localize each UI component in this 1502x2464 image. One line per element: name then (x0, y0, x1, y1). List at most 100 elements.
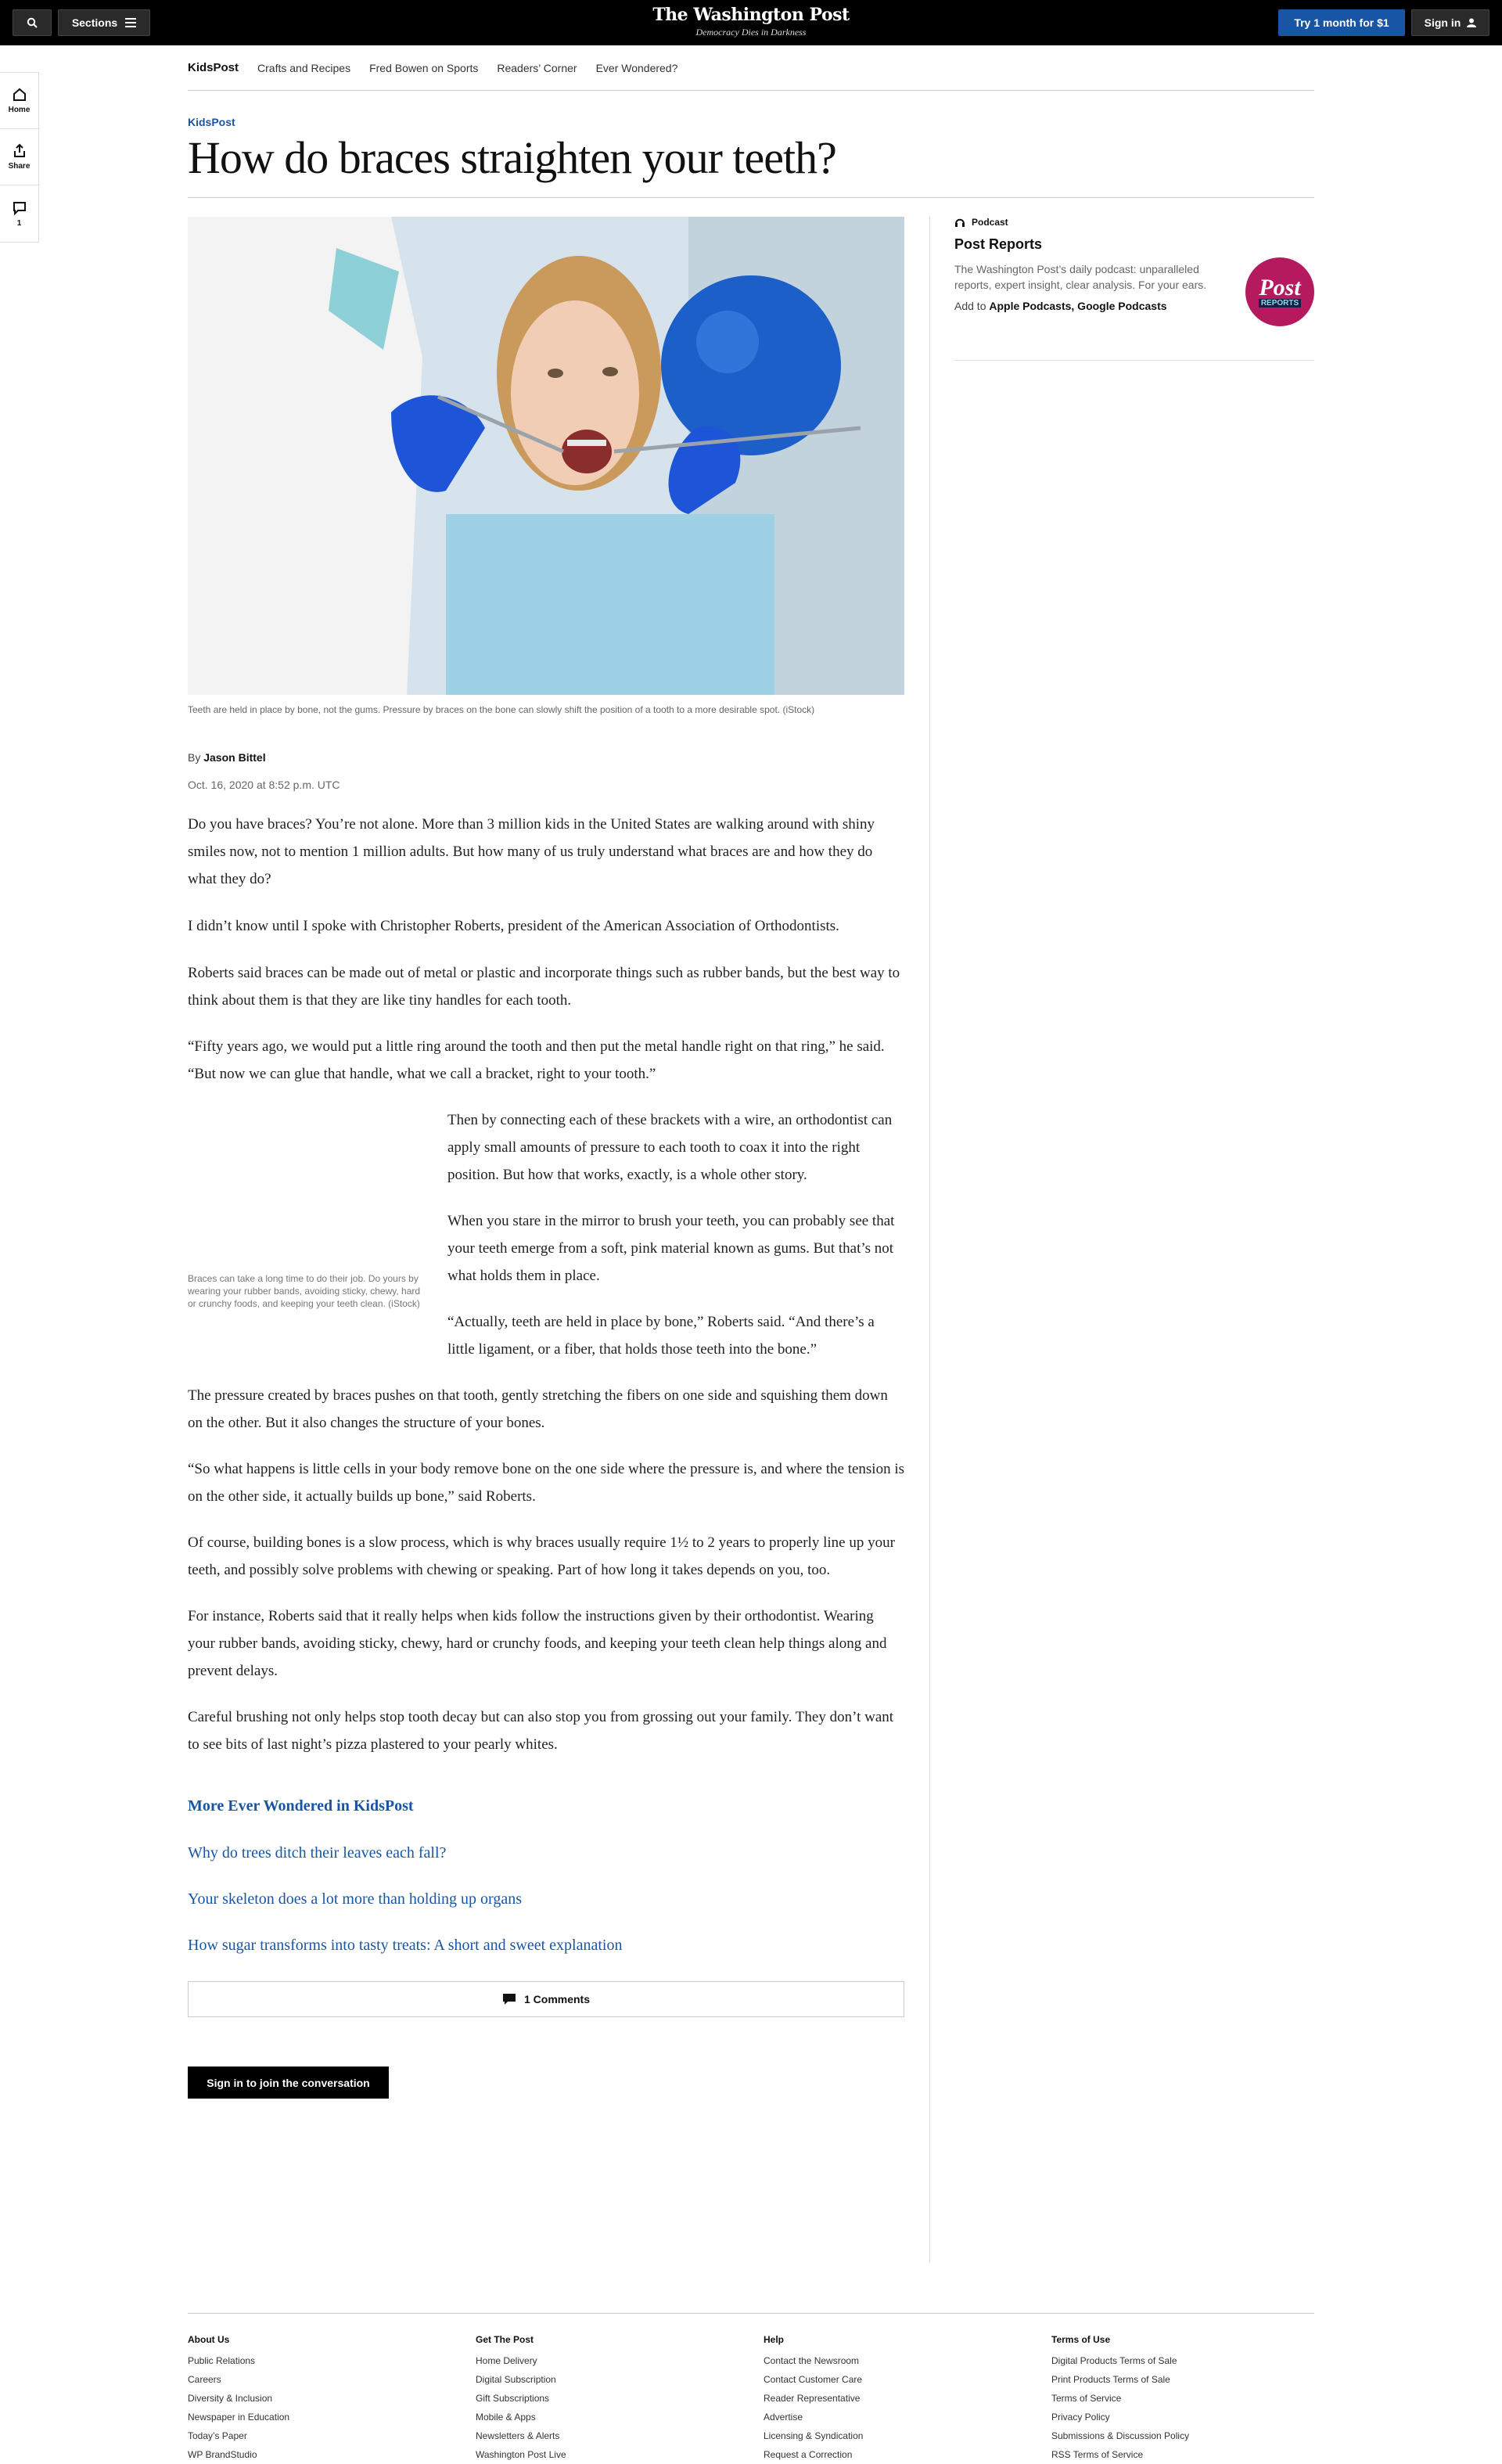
footer-link[interactable]: Public Relations (188, 2351, 446, 2370)
site-logo[interactable]: The Washington Post Democracy Dies in Da… (595, 5, 907, 38)
footer-link[interactable]: Licensing & Syndication (764, 2426, 1022, 2445)
article-paragraph: Of course, building bones is a slow proc… (188, 1534, 895, 1578)
article-paragraph: Then by connecting each of these bracket… (447, 1112, 893, 1183)
share-icon (13, 143, 25, 157)
article-paragraph: “Actually, teeth are held in place by bo… (447, 1314, 875, 1358)
try-subscription-button[interactable]: Try 1 month for $1 (1278, 9, 1405, 36)
footer-heading: Terms of Use (1051, 2334, 1111, 2345)
rail-share-button[interactable]: Share (0, 129, 38, 185)
footer-heading: Help (764, 2334, 785, 2345)
right-rail-divider (929, 217, 930, 2263)
footer-link[interactable]: Contact the Newsroom (764, 2351, 1022, 2370)
subnav-kidspost[interactable]: KidsPost (188, 61, 239, 74)
footer-link[interactable]: Reader Representative (764, 2389, 1022, 2408)
byline-prefix: By (188, 751, 201, 764)
footer-link[interactable]: Privacy Policy (1051, 2408, 1310, 2426)
podcast-description: The Washington Post’s daily podcast: unp… (954, 263, 1207, 291)
sections-button[interactable]: Sections (58, 9, 150, 36)
footer-column-about: About Us Public Relations Careers Divers… (188, 2334, 446, 2464)
podcast-logo-word: Post (1259, 274, 1301, 300)
podcast-divider (954, 360, 1314, 361)
left-rail: Home Share 1 (0, 72, 39, 243)
podcast-platform-links[interactable]: Apple Podcasts, Google Podcasts (989, 300, 1166, 312)
headline-divider (188, 197, 1314, 198)
section-subnav: KidsPost Crafts and Recipes Fred Bowen o… (188, 45, 1314, 91)
headphones-icon (955, 218, 965, 227)
byline: By Jason Bittel (188, 751, 266, 764)
rail-home-label: Home (8, 106, 31, 114)
footer-link[interactable]: Newsletters & Alerts (476, 2426, 734, 2445)
footer-link[interactable]: Advertise (764, 2408, 1022, 2426)
footer-link[interactable]: Careers (188, 2370, 446, 2389)
top-bar: Sections The Washington Post Democracy D… (0, 0, 1502, 45)
footer-heading: Get The Post (476, 2334, 534, 2345)
footer-link[interactable]: Diversity & Inclusion (188, 2389, 446, 2408)
footer-link[interactable]: Digital Subscription (476, 2370, 734, 2389)
footer-link[interactable]: Digital Products Terms of Sale (1051, 2351, 1310, 2370)
footer-link[interactable]: Home Delivery (476, 2351, 734, 2370)
footer-link[interactable]: Newspaper in Education (188, 2408, 446, 2426)
user-icon (1467, 18, 1477, 27)
hero-image (188, 217, 904, 695)
author-link[interactable]: Jason Bittel (203, 751, 265, 764)
footer-link[interactable]: Print Products Terms of Sale (1051, 2370, 1310, 2389)
footer-link[interactable]: Terms of Service (1051, 2389, 1310, 2408)
more-story-link[interactable]: Why do trees ditch their leaves each fal… (188, 1844, 446, 1862)
podcast-label-text: Podcast (972, 217, 1008, 228)
subnav-ever-wondered[interactable]: Ever Wondered? (596, 62, 678, 74)
article-kicker[interactable]: KidsPost (188, 116, 235, 128)
comment-icon (13, 201, 26, 215)
more-story-link[interactable]: How sugar transforms into tasty treats: … (188, 1937, 622, 1955)
footer-link[interactable]: WP BrandStudio (188, 2445, 446, 2464)
article-paragraph: Do you have braces? You’re not alone. Mo… (188, 816, 875, 887)
podcast-add-prefix: Add to (954, 300, 986, 312)
subnav-readers-corner[interactable]: Readers’ Corner (497, 62, 577, 74)
article-headline: How do braces straighten your teeth? (188, 132, 837, 183)
rail-comments-count: 1 (16, 218, 22, 228)
article-paragraph: When you stare in the mirror to brush yo… (447, 1213, 895, 1284)
sign-in-button[interactable]: Sign in (1411, 9, 1489, 36)
podcast-title[interactable]: Post Reports (954, 236, 1042, 253)
footer-link[interactable]: Washington Post Live (476, 2445, 734, 2464)
search-button[interactable] (13, 9, 52, 36)
footer-column-help: Help Contact the Newsroom Contact Custom… (764, 2334, 1022, 2464)
comments-button[interactable]: 1 Comments (188, 1981, 904, 2017)
article-paragraph: “Fifty years ago, we would put a little … (188, 1038, 885, 1082)
more-stories-heading[interactable]: More Ever Wondered in KidsPost (188, 1797, 414, 1815)
home-icon (13, 88, 26, 101)
search-icon (27, 17, 38, 28)
inline-image-caption: Braces can take a long time to do their … (188, 1273, 421, 1309)
footer-link[interactable]: Today’s Paper (188, 2426, 446, 2445)
footer-column-terms: Terms of Use Digital Products Terms of S… (1051, 2334, 1310, 2464)
post-reports-logo[interactable]: Post REPORTS (1245, 257, 1314, 326)
footer-link[interactable]: Submissions & Discussion Policy (1051, 2426, 1310, 2445)
logo-name: The Washington Post (652, 5, 850, 25)
footer-divider (188, 2313, 1314, 2314)
sections-label: Sections (71, 16, 118, 29)
footer-link[interactable]: Contact Customer Care (764, 2370, 1022, 2389)
article-paragraph: Roberts said braces can be made out of m… (188, 965, 900, 1009)
join-conversation-button[interactable]: Sign in to join the conversation (188, 2067, 389, 2099)
menu-icon (125, 18, 137, 27)
more-story-link[interactable]: Your skeleton does a lot more than holdi… (188, 1890, 522, 1908)
footer-link[interactable]: RSS Terms of Service (1051, 2445, 1310, 2464)
article-paragraph: Careful brushing not only helps stop too… (188, 1709, 894, 1753)
comments-label: 1 Comments (523, 1993, 591, 2005)
article-paragraph: I didn’t know until I spoke with Christo… (188, 918, 839, 934)
footer-column-get-the-post: Get The Post Home Delivery Digital Subsc… (476, 2334, 734, 2464)
subnav-sports[interactable]: Fred Bowen on Sports (369, 62, 478, 74)
article-paragraph: The pressure created by braces pushes on… (188, 1387, 888, 1431)
footer-heading: About Us (188, 2334, 230, 2345)
rail-comments-button[interactable]: 1 (0, 185, 38, 242)
footer-link[interactable]: Request a Correction (764, 2445, 1022, 2464)
footer-link[interactable]: Mobile & Apps (476, 2408, 734, 2426)
footer-link[interactable]: Gift Subscriptions (476, 2389, 734, 2408)
sign-in-label: Sign in (1424, 16, 1461, 29)
article-paragraph: “So what happens is little cells in your… (188, 1461, 904, 1505)
hero-caption: Teeth are held in place by bone, not the… (188, 704, 815, 715)
subnav-crafts[interactable]: Crafts and Recipes (257, 62, 350, 74)
logo-tagline: Democracy Dies in Darkness (695, 27, 807, 38)
rail-home-button[interactable]: Home (0, 73, 38, 129)
publish-date: Oct. 16, 2020 at 8:52 p.m. UTC (188, 779, 340, 791)
article-paragraph: For instance, Roberts said that it reall… (188, 1608, 887, 1679)
